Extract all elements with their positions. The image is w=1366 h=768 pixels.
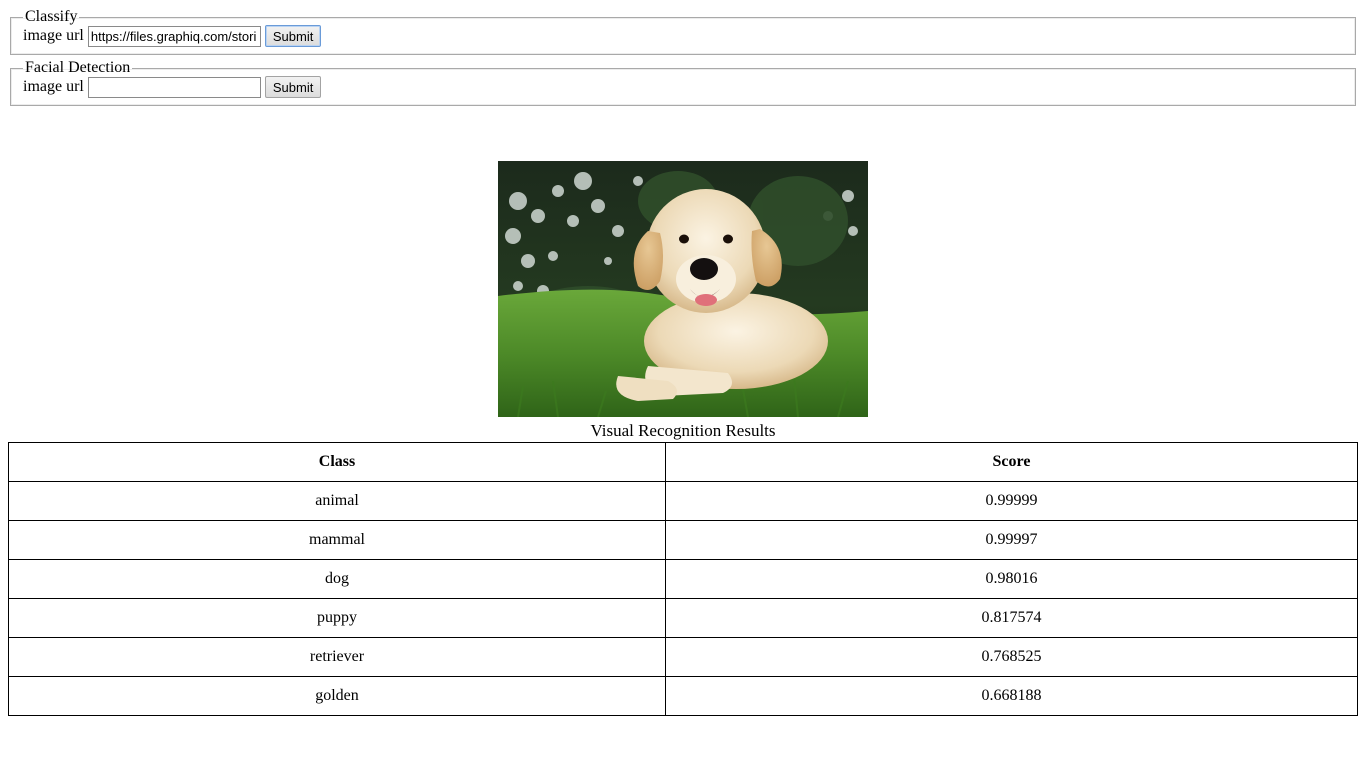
facial-submit-button[interactable]: Submit — [264, 76, 322, 98]
table-row: puppy 0.817574 — [8, 598, 1358, 638]
results-caption: Visual Recognition Results — [590, 421, 776, 440]
cell-score: 0.99999 — [665, 481, 1358, 521]
classify-url-input[interactable] — [87, 25, 261, 47]
puppy-photo — [498, 161, 868, 418]
facial-url-label: image url — [23, 78, 84, 95]
cell-class: golden — [8, 676, 666, 716]
classify-legend: Classify — [25, 8, 78, 25]
cell-score: 0.98016 — [665, 559, 1358, 599]
cell-score: 0.817574 — [665, 598, 1358, 638]
cell-class: puppy — [8, 598, 666, 638]
facial-url-input[interactable] — [87, 76, 261, 98]
classify-submit-button[interactable]: Submit — [264, 25, 322, 47]
cell-class: retriever — [8, 637, 666, 677]
table-row: mammal 0.99997 — [8, 520, 1358, 560]
cell-score: 0.99997 — [665, 520, 1358, 560]
table-row: golden 0.668188 — [8, 676, 1358, 716]
classify-url-label: image url — [23, 27, 84, 44]
facial-detection-legend: Facial Detection — [25, 59, 131, 76]
results-table: Class Score animal 0.99999 mammal 0.9999… — [8, 442, 1358, 716]
cell-class: animal — [8, 481, 666, 521]
cell-class: mammal — [8, 520, 666, 560]
cell-score: 0.668188 — [665, 676, 1358, 716]
cell-class: dog — [8, 559, 666, 599]
table-row: dog 0.98016 — [8, 559, 1358, 599]
cell-score: 0.768525 — [665, 637, 1358, 677]
classify-row: image url Submit — [23, 24, 1343, 48]
table-header-row: Class Score — [8, 442, 1358, 482]
facial-row: image url Submit — [23, 75, 1343, 99]
table-row: retriever 0.768525 — [8, 637, 1358, 677]
facial-detection-fieldset: Facial Detection image url Submit — [10, 59, 1356, 106]
header-class: Class — [8, 442, 666, 482]
header-score: Score — [665, 442, 1358, 482]
classify-fieldset: Classify image url Submit — [10, 8, 1356, 55]
classified-image — [498, 161, 868, 418]
page: Classify image url Submit Facial Detecti… — [0, 0, 1366, 768]
table-row: animal 0.99999 — [8, 481, 1358, 521]
